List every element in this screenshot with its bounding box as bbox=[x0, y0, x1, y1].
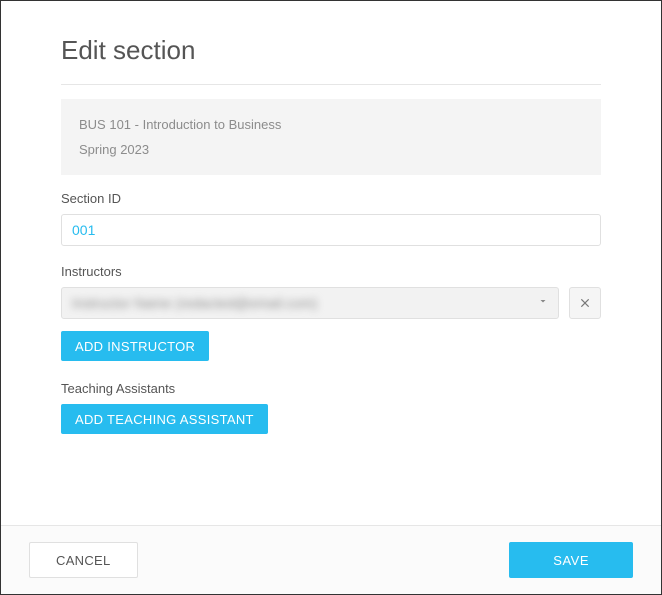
instructor-select[interactable]: Instructor Name (redacted@email.com) bbox=[61, 287, 559, 319]
edit-section-modal: Edit section BUS 101 - Introduction to B… bbox=[0, 0, 662, 595]
section-id-label: Section ID bbox=[61, 191, 601, 206]
instructors-label: Instructors bbox=[61, 264, 601, 279]
course-info-box: BUS 101 - Introduction to Business Sprin… bbox=[61, 99, 601, 175]
add-teaching-assistant-button[interactable]: ADD TEACHING ASSISTANT bbox=[61, 404, 268, 434]
save-button[interactable]: SAVE bbox=[509, 542, 633, 578]
close-icon bbox=[578, 296, 592, 310]
instructor-row: Instructor Name (redacted@email.com) bbox=[61, 287, 601, 319]
modal-footer: CANCEL SAVE bbox=[1, 525, 661, 594]
divider bbox=[61, 84, 601, 85]
add-instructor-button[interactable]: ADD INSTRUCTOR bbox=[61, 331, 209, 361]
instructor-select-wrapper: Instructor Name (redacted@email.com) bbox=[61, 287, 559, 319]
instructor-select-value: Instructor Name (redacted@email.com) bbox=[72, 295, 317, 311]
cancel-button[interactable]: CANCEL bbox=[29, 542, 138, 578]
remove-instructor-button[interactable] bbox=[569, 287, 601, 319]
course-title: BUS 101 - Introduction to Business bbox=[79, 117, 583, 132]
section-id-input[interactable] bbox=[61, 214, 601, 246]
course-term: Spring 2023 bbox=[79, 142, 583, 157]
modal-body: Edit section BUS 101 - Introduction to B… bbox=[1, 1, 661, 525]
teaching-assistants-label: Teaching Assistants bbox=[61, 381, 601, 396]
modal-title: Edit section bbox=[61, 35, 601, 66]
